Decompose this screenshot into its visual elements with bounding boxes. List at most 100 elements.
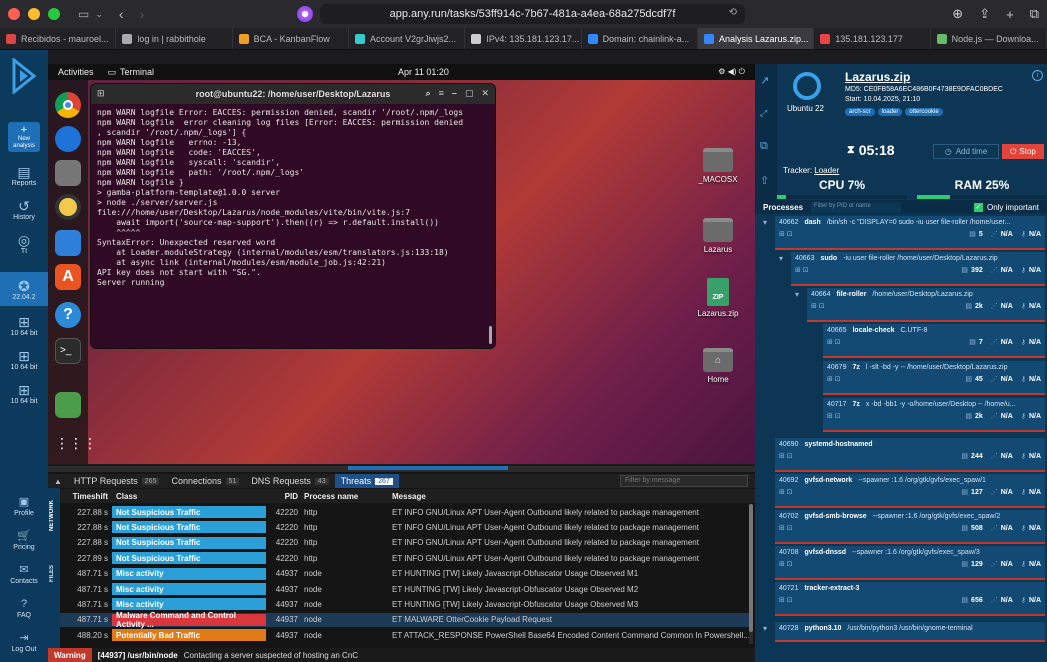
share-icon[interactable]: ⇪ (979, 6, 990, 22)
sidebar-item-log-out[interactable]: ⇥ Log Out (0, 630, 48, 653)
panel-resize-handle[interactable] (48, 466, 755, 472)
sidebar-toggle-icon[interactable]: ▭ (78, 7, 89, 21)
browser-tab[interactable]: Account V2grJiwjs2... (349, 28, 466, 49)
forward-icon[interactable]: › (140, 6, 145, 22)
tag-badge[interactable]: loader (877, 108, 903, 116)
browser-tab[interactable]: 135.181.123.177 (814, 28, 931, 49)
maximize-icon[interactable]: ▢ (465, 88, 474, 99)
privacy-shield-icon[interactable] (297, 6, 313, 22)
browser-tab[interactable]: Analysis Lazarus.zip... (697, 28, 815, 49)
tab-http-requests[interactable]: HTTP Requests 265 (68, 474, 166, 488)
trash-icon[interactable] (55, 392, 81, 418)
fullscreen-icon[interactable]: ⤢ (760, 108, 767, 119)
files-icon[interactable] (55, 160, 81, 186)
sidebar-item-reports[interactable]: ▤ Reports (0, 164, 48, 187)
process-node[interactable]: 40728 python3.10/usr/bin/python3 /usr/bin… (775, 622, 1045, 642)
new-tab-icon[interactable]: + (1006, 7, 1014, 22)
file-name[interactable]: Lazarus.zip (845, 70, 910, 84)
table-row[interactable]: 487.71 s Misc activity 44937 node ET HUNTING… (60, 582, 750, 596)
address-bar[interactable]: app.any.run/tasks/53ff914c-7b67-481a-a4e… (320, 4, 745, 24)
tracker-value[interactable]: Loader (814, 166, 839, 175)
new-analysis-button[interactable]: + New analysis (8, 122, 40, 152)
terminal-output[interactable]: npm WARN logfile Error: EACCES: permissi… (91, 104, 495, 292)
tag-badge[interactable]: ottercookie (905, 108, 943, 116)
upload-icon[interactable]: ⇧ (760, 174, 769, 187)
activities-button[interactable]: Activities (58, 67, 94, 77)
sidebar-item-22-04-2[interactable]: ✪ 22.04.2 (0, 272, 48, 306)
expand-toggle-icon[interactable]: ▾ (763, 218, 767, 227)
rhythmbox-icon[interactable] (55, 194, 81, 220)
process-node[interactable]: 40702 gvfsd-smb-browse --spawner :1.6 /org… (775, 510, 1045, 544)
sidebar-item-contacts[interactable]: ✉ Contacts (0, 562, 48, 585)
browser-tab[interactable]: BCA - KanbanFlow (233, 28, 349, 49)
expand-toggle-icon[interactable]: ▾ (795, 290, 799, 299)
table-row[interactable]: 227.88 s Not Suspicious Traffic 42220 http E… (60, 536, 750, 550)
translate-reload-icon[interactable]: ⟲ (729, 7, 737, 18)
terminal-scrollbar[interactable] (489, 326, 492, 344)
process-node[interactable]: 40664 file-roller/home/user/Desktop/Lazar… (807, 288, 1045, 322)
terminal-icon[interactable]: >_ (55, 338, 81, 364)
table-row[interactable]: 227.88 s Not Suspicious Traffic 42220 http E… (60, 505, 750, 519)
close-window-button[interactable] (8, 8, 20, 20)
side-label-network[interactable]: NETWORK (49, 496, 55, 536)
tab-dns-requests[interactable]: DNS Requests 43 (245, 474, 334, 488)
col-message[interactable]: Message (392, 492, 426, 501)
minimize-window-button[interactable] (28, 8, 40, 20)
col-pid[interactable]: PID (272, 492, 304, 501)
only-important-checkbox[interactable]: ✓ (973, 202, 983, 212)
software-icon[interactable]: A (55, 264, 81, 290)
process-node[interactable]: 40717 7z x -bd -bb1 -y -o/home/user/Deskto… (823, 398, 1045, 432)
sidebar-item-faq[interactable]: ? FAQ (0, 596, 48, 619)
external-link-icon[interactable]: ↗ (760, 74, 769, 87)
sidebar-item-profile[interactable]: ▣ Profile (0, 494, 48, 517)
collapse-icon[interactable]: ▲ (48, 477, 68, 486)
tab-overview-icon[interactable]: ⧉ (1030, 6, 1039, 22)
pid-filter-input[interactable]: Filter by PID or name (811, 201, 902, 213)
table-row[interactable]: 488.20 s Potentially Bad Traffic 44937 node… (60, 628, 750, 642)
app-menu[interactable]: Terminal (120, 67, 154, 77)
process-node[interactable]: 40662 dash/bin/sh -c "DISPLAY=0 sudo -iu … (775, 216, 1045, 250)
sidebar-item-10-64-bit[interactable]: ⊞ 10 64 bit (0, 348, 48, 371)
browser-tab[interactable]: Node.js — Downloa... (931, 28, 1047, 49)
col-class[interactable]: Class (112, 492, 266, 501)
chevron-down-icon[interactable]: ⌄ (95, 9, 103, 20)
anyrun-logo[interactable] (10, 56, 38, 96)
back-icon[interactable]: ‹ (119, 6, 124, 22)
expand-toggle-icon[interactable]: ▾ (779, 254, 783, 263)
process-node[interactable]: 40721 tracker-extract-3 ⊞ ⊡ ▤ 656 ⋰ N/A ⚷ N/A (775, 582, 1045, 616)
process-node[interactable]: 40665 locale-check C.UTF-8 ⊞ ⊡ ▤ 7 ⋰ N/A ⚷ N/A (823, 324, 1045, 358)
minimize-icon[interactable]: – (452, 88, 457, 99)
browser-tab[interactable]: log in | rabbithole (116, 28, 233, 49)
new-tab-icon[interactable]: ⊞ (97, 88, 105, 99)
col-process-name[interactable]: Process name (304, 492, 392, 501)
thunderbird-icon[interactable] (55, 126, 81, 152)
system-tray-icons[interactable]: ⚙ ◀) ⏻ (718, 67, 745, 77)
download-icon[interactable]: ⊕ (952, 6, 963, 22)
add-time-button[interactable]: ◷ Add time (933, 144, 999, 159)
tag-badge[interactable]: arch-scr (845, 108, 875, 116)
process-node[interactable]: 40690 systemd-hostnamed ⊞ ⊡ ▤ 244 ⋰ N/A ⚷ N/A (775, 438, 1045, 472)
side-label-files[interactable]: FILES (49, 558, 55, 588)
terminal-window[interactable]: ⊞ root@ubuntu22: /home/user/Desktop/Laza… (90, 83, 496, 349)
process-node[interactable]: 40663 sudo -iu user file-roller /home/user… (791, 252, 1045, 286)
info-icon[interactable]: i (1032, 70, 1043, 81)
desktop-icon-folder[interactable]: Lazarus (688, 218, 748, 254)
tab-threats[interactable]: Threats 267 (334, 474, 399, 488)
status-process[interactable]: [44937] /usr/bin/node (98, 651, 178, 660)
show-apps-icon[interactable]: ⋮⋮⋮ (55, 430, 97, 456)
zoom-window-button[interactable] (48, 8, 60, 20)
table-row[interactable]: 227.88 s Not Suspicious Traffic 42220 http E… (60, 520, 750, 534)
desktop-icon-home[interactable]: ⌂ Home (688, 348, 748, 384)
clock[interactable]: Apr 11 01:20 (398, 67, 449, 77)
sidebar-item-10-64-bit[interactable]: ⊞ 10 64 bit (0, 314, 48, 337)
process-node[interactable]: 40708 gvfsd-dnssd --spawner :1.6 /org/gtk/… (775, 546, 1045, 580)
stop-button[interactable]: ⏻ Stop (1002, 144, 1044, 159)
table-row[interactable]: 487.71 s Misc activity 44937 node ET HUNTING… (60, 567, 750, 581)
menu-icon[interactable]: ≡ (439, 88, 444, 99)
browser-tab[interactable]: Recibidos - mauroel... (0, 28, 117, 49)
help-icon[interactable]: ? (55, 302, 81, 328)
copy-icon[interactable]: ⧉ (760, 140, 768, 153)
table-scrollbar[interactable] (749, 504, 753, 644)
col-timeshift[interactable]: Timeshift (60, 492, 112, 501)
process-node[interactable]: 40692 gvfsd-network --spawner :1.6 /org/gt… (775, 474, 1045, 508)
